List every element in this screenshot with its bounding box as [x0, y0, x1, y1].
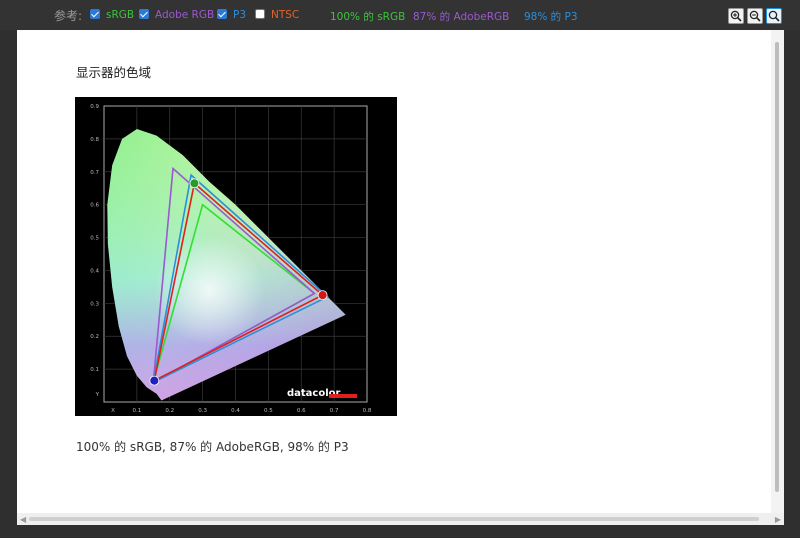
y-tick-label: 0.9 — [90, 104, 99, 110]
zoom-fit-icon — [768, 10, 780, 22]
y-tick-label: 0.6 — [90, 203, 99, 209]
vertical-scroll-thumb[interactable] — [775, 42, 779, 492]
zoom-in-icon — [730, 10, 742, 22]
y-tick-label: Y — [95, 392, 100, 398]
ntsc-checkbox[interactable] — [255, 9, 265, 19]
y-tick-label: 0.4 — [90, 268, 99, 274]
srgb-label[interactable]: sRGB — [106, 9, 134, 21]
reference-label: 参考: — [54, 9, 83, 23]
gamut-chart-svg: X 0.1 0.2 0.3 0.4 0.5 0.6 0.7 0.8 Y 0.1 0.2 0.3 0.4 0.… — [90, 104, 372, 414]
page-title: 显示器的色域 — [76, 65, 152, 80]
srgb-coverage: 100% 的 sRGB — [330, 11, 406, 23]
x-tick-label: X — [111, 408, 115, 414]
y-tick-label: 0.3 — [90, 301, 99, 307]
p3-coverage: 98% 的 P3 — [524, 11, 578, 23]
measured-point-red — [317, 290, 328, 301]
zoom-fit-button[interactable] — [766, 8, 782, 24]
p3-label[interactable]: P3 — [233, 9, 246, 21]
vertical-scrollbar[interactable] — [771, 30, 784, 513]
ntsc-label[interactable]: NTSC — [271, 9, 299, 21]
adobe-rgb-label[interactable]: Adobe RGB — [155, 9, 214, 21]
x-tick-label: 0.4 — [231, 408, 240, 414]
x-tick-label: 0.8 — [363, 408, 372, 414]
measured-point-green — [189, 178, 200, 189]
zoom-out-button[interactable] — [747, 8, 763, 24]
x-tick-label: 0.1 — [133, 408, 142, 414]
toolbar: 参考: sRGB Adobe RGB P3 NTSC 100% 的 sRGB 8… — [0, 0, 800, 30]
x-tick-label: 0.7 — [330, 408, 339, 414]
y-tick-label: 0.1 — [90, 367, 99, 373]
y-tick-label: 0.5 — [90, 236, 99, 242]
horizontal-scroll-thumb[interactable] — [29, 517, 759, 521]
x-tick-label: 0.3 — [198, 408, 207, 414]
zoom-out-icon — [749, 10, 761, 22]
y-tick-label: 0.2 — [90, 334, 99, 340]
adobe-rgb-coverage: 87% 的 AdobeRGB — [413, 11, 510, 23]
measured-point-blue — [149, 375, 160, 386]
coverage-summary: 100% 的 sRGB, 87% 的 AdobeRGB, 98% 的 P3 — [76, 440, 349, 454]
y-tick-label: 0.7 — [90, 170, 99, 176]
scroll-right-icon[interactable]: ▶ — [775, 515, 781, 524]
horizontal-scrollbar[interactable]: ◀ ▶ — [17, 513, 784, 525]
x-tick-label: 0.6 — [297, 408, 306, 414]
gamut-chart: X 0.1 0.2 0.3 0.4 0.5 0.6 0.7 0.8 Y 0.1 0.2 0.3 0.4 0.… — [75, 97, 397, 416]
content-panel: 显示器的色域 X 0.1 0.2 0.3 0.4 0.5 0.6 0.7 0.8… — [17, 30, 784, 525]
x-tick-label: 0.2 — [165, 408, 174, 414]
brand-logo-bar — [329, 394, 357, 398]
x-tick-label: 0.5 — [264, 408, 273, 414]
y-tick-label: 0.8 — [90, 137, 99, 143]
p3-checkbox[interactable] — [217, 9, 227, 19]
scroll-left-icon[interactable]: ◀ — [20, 515, 26, 524]
adobe-rgb-checkbox[interactable] — [139, 9, 149, 19]
srgb-checkbox[interactable] — [90, 9, 100, 19]
zoom-in-button[interactable] — [728, 8, 744, 24]
